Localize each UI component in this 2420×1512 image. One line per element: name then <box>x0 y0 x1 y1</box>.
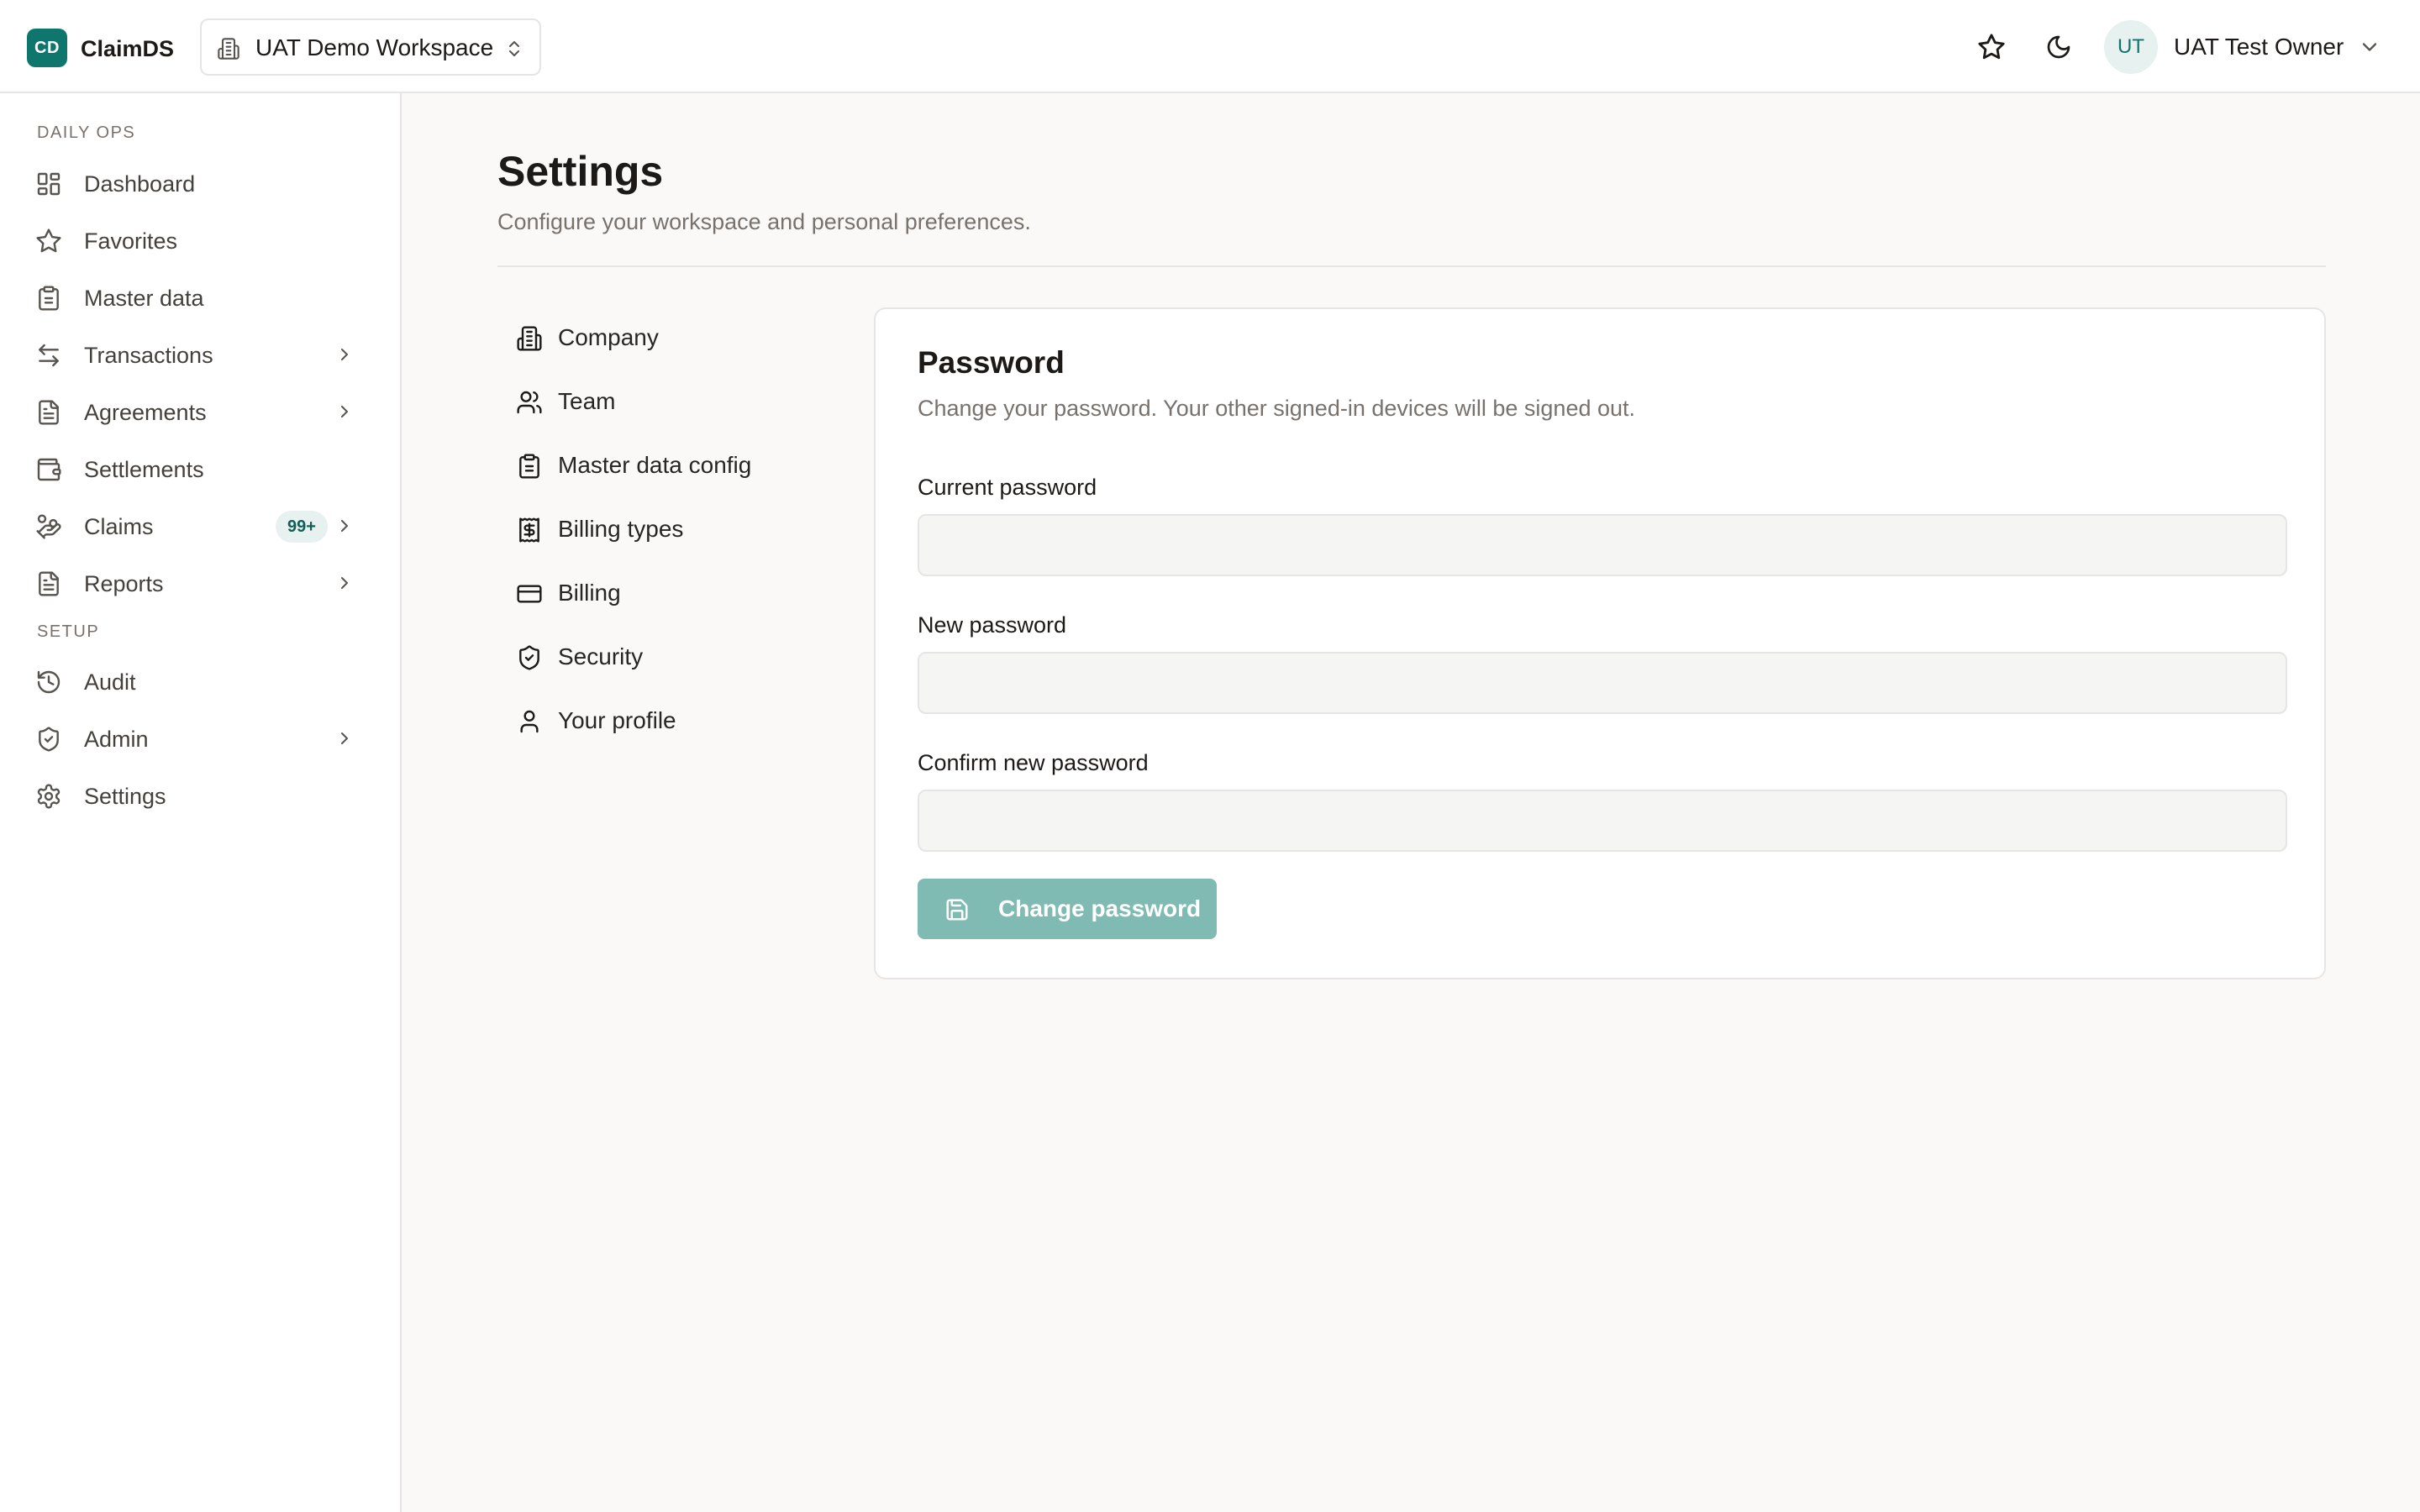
sidebar-item-favorites[interactable]: Favorites <box>24 215 378 265</box>
sidebar-item-master-data[interactable]: Master data <box>24 272 378 323</box>
sidebar-item-label: Admin <box>84 727 149 752</box>
sidebar-item-label: Agreements <box>84 400 207 425</box>
claims-count-badge: 99+ <box>276 511 328 543</box>
page-subtitle: Configure your workspace and personal pr… <box>497 209 1031 234</box>
building-icon <box>217 37 240 60</box>
settings-nav-label: Master data config <box>558 452 752 478</box>
sidebar-item-dashboard[interactable]: Dashboard <box>24 158 378 208</box>
change-password-label: Change password <box>998 895 1202 921</box>
chevron-right-icon <box>334 516 355 536</box>
moon-icon <box>2045 34 2072 60</box>
building-icon <box>516 325 543 352</box>
card-description: Change your password. Your other signed-… <box>918 396 1636 421</box>
sidebar-item-label: Transactions <box>84 343 213 368</box>
user-icon <box>516 708 543 735</box>
sidebar-item-label: Master data <box>84 286 204 311</box>
chevron-right-icon <box>334 728 355 748</box>
receipt-dollar-icon <box>516 517 543 543</box>
chevron-down-icon[interactable] <box>2358 35 2381 59</box>
sidebar-section-daily-ops: DAILY OPS <box>37 123 136 142</box>
chevron-right-icon <box>334 573 355 593</box>
sidebar-item-agreements[interactable]: Agreements <box>24 386 378 437</box>
sidebar-item-label: Reports <box>84 571 164 596</box>
users-icon <box>516 389 543 416</box>
sidebar-item-label: Settlements <box>84 457 204 482</box>
sidebar-item-settlements[interactable]: Settlements <box>24 444 378 494</box>
sidebar: DAILY OPS Dashboard Favorites Master dat… <box>0 93 402 1512</box>
settings-nav-team[interactable]: Team <box>508 375 860 428</box>
sidebar-item-label: Dashboard <box>84 171 196 197</box>
current-password-input[interactable] <box>918 514 2287 576</box>
sidebar-item-transactions[interactable]: Transactions <box>24 329 378 380</box>
avatar[interactable]: UT <box>2104 20 2158 74</box>
chevrons-up-down-icon <box>504 37 524 60</box>
credit-card-icon <box>516 580 543 607</box>
password-card: Password Change your password. Your othe… <box>874 307 2326 979</box>
hand-coins-icon <box>35 513 62 540</box>
star-icon <box>1977 33 2006 61</box>
theme-toggle-button[interactable] <box>2037 25 2081 69</box>
settings-nav-label: Your profile <box>558 707 676 733</box>
chevron-right-icon <box>334 344 355 365</box>
settings-nav-security[interactable]: Security <box>508 631 860 683</box>
settings-nav-master-data-config[interactable]: Master data config <box>508 439 860 491</box>
favorite-star-button[interactable] <box>1970 25 2013 69</box>
sidebar-item-reports[interactable]: Reports <box>24 558 378 608</box>
clipboard-icon <box>35 285 62 312</box>
document-icon <box>35 399 62 426</box>
settings-nav-your-profile[interactable]: Your profile <box>508 695 860 747</box>
clipboard-icon <box>516 453 543 480</box>
settings-nav-billing[interactable]: Billing <box>508 567 860 619</box>
gear-icon <box>35 783 62 810</box>
sidebar-section-setup: SETUP <box>37 622 100 641</box>
settings-nav-label: Company <box>558 324 659 350</box>
sidebar-item-audit[interactable]: Audit <box>24 656 378 706</box>
settings-nav-label: Billing types <box>558 516 684 542</box>
sidebar-item-label: Claims <box>84 514 154 539</box>
arrows-left-right-icon <box>35 342 62 369</box>
shield-icon <box>35 726 62 753</box>
app-logo[interactable]: CD <box>27 29 67 67</box>
user-name[interactable]: UAT Test Owner <box>2174 30 2344 64</box>
change-password-button[interactable]: Change password <box>918 879 1217 939</box>
history-icon <box>35 669 62 696</box>
current-password-label: Current password <box>918 475 1097 500</box>
settings-nav-label: Billing <box>558 580 621 606</box>
workspace-name: UAT Demo Workspace <box>255 34 494 60</box>
sidebar-item-settings[interactable]: Settings <box>24 770 378 821</box>
star-icon <box>35 228 62 255</box>
page-title: Settings <box>497 148 664 195</box>
report-icon <box>35 570 62 597</box>
app-name: ClaimDS <box>81 36 175 61</box>
save-icon <box>944 897 970 922</box>
sidebar-item-admin[interactable]: Admin <box>24 713 378 764</box>
new-password-label: New password <box>918 612 1067 638</box>
wallet-icon <box>35 456 62 483</box>
top-bar: CD ClaimDS UAT Demo Workspace UT UAT Tes… <box>0 0 2420 93</box>
sidebar-item-label: Settings <box>84 784 166 809</box>
shield-check-icon <box>516 644 543 671</box>
sidebar-item-label: Favorites <box>84 228 178 254</box>
chevron-right-icon <box>334 402 355 422</box>
divider <box>497 265 2326 267</box>
confirm-password-input[interactable] <box>918 790 2287 852</box>
settings-nav-billing-types[interactable]: Billing types <box>508 503 860 555</box>
dashboard-grid-icon <box>35 171 62 197</box>
confirm-password-label: Confirm new password <box>918 750 1149 775</box>
settings-nav-label: Security <box>558 643 644 669</box>
sidebar-item-label: Audit <box>84 669 136 695</box>
settings-nav-label: Team <box>558 388 616 414</box>
card-title: Password <box>918 345 1065 380</box>
settings-nav-company[interactable]: Company <box>508 312 860 364</box>
workspace-switcher[interactable]: UAT Demo Workspace <box>200 18 541 76</box>
sidebar-item-claims[interactable]: Claims 99+ <box>24 501 378 551</box>
new-password-input[interactable] <box>918 652 2287 714</box>
